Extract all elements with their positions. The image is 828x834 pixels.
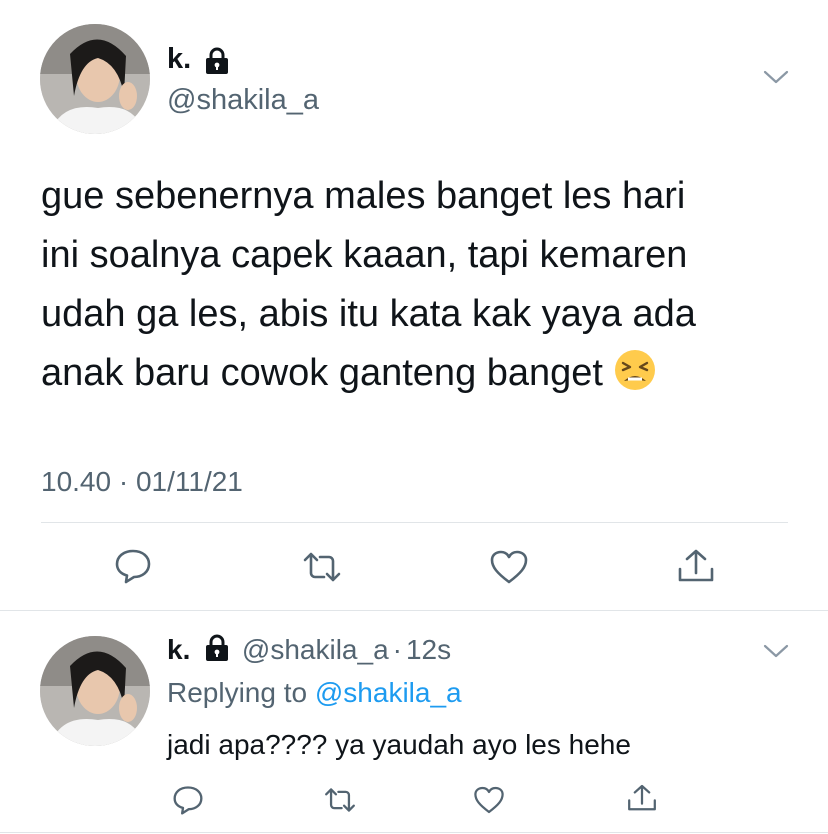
tweet-text-line: gue sebenernya males banget les hari xyxy=(41,175,686,217)
tweet-text-line-text: anak baru cowok ganteng banget xyxy=(41,352,603,394)
divider xyxy=(41,522,788,523)
tired-face-emoji-icon xyxy=(614,349,656,409)
replying-to: Replying to @shakila_a xyxy=(167,677,462,709)
lock-icon xyxy=(204,47,230,80)
heart-icon[interactable] xyxy=(489,549,529,585)
chevron-down-icon[interactable] xyxy=(762,68,790,86)
comment-icon[interactable] xyxy=(114,548,152,584)
share-icon[interactable] xyxy=(626,782,658,814)
divider xyxy=(0,610,828,611)
display-name[interactable]: k. xyxy=(167,43,191,75)
reply-text: jadi apa???? ya yaudah ayo les hehe xyxy=(167,729,631,760)
separator: · xyxy=(392,634,402,665)
retweet-icon[interactable] xyxy=(300,551,344,583)
tweet-timestamp[interactable]: 10.40 · 01/11/21 xyxy=(41,466,243,498)
replying-to-label: Replying to xyxy=(167,677,308,708)
reply-header: k. @shakila_a · 12s xyxy=(167,634,451,669)
chevron-down-icon[interactable] xyxy=(762,642,790,660)
reply-time[interactable]: 12s xyxy=(406,634,451,665)
comment-icon[interactable] xyxy=(172,785,204,815)
tweet-text-line: ini soalnya capek kaaan, tapi kemaren xyxy=(41,234,688,276)
divider xyxy=(0,832,828,833)
reply-handle[interactable]: @shakila_a xyxy=(242,634,389,665)
tweet-text-line: udah ga les, abis itu kata kak yaya ada xyxy=(41,293,696,335)
reply-avatar[interactable] xyxy=(40,636,150,746)
retweet-icon[interactable] xyxy=(322,787,358,813)
share-icon[interactable] xyxy=(676,547,716,585)
tweet-text: gue sebenernya males banget les hari ini… xyxy=(41,167,801,409)
avatar[interactable] xyxy=(40,24,150,134)
heart-icon[interactable] xyxy=(473,785,505,815)
replying-to-handle-link[interactable]: @shakila_a xyxy=(315,677,462,708)
reply-display-name[interactable]: k. xyxy=(167,634,190,665)
user-handle[interactable]: @shakila_a xyxy=(167,84,319,117)
lock-icon xyxy=(204,634,230,669)
tweet-text-line: anak baru cowok ganteng banget xyxy=(41,344,801,409)
